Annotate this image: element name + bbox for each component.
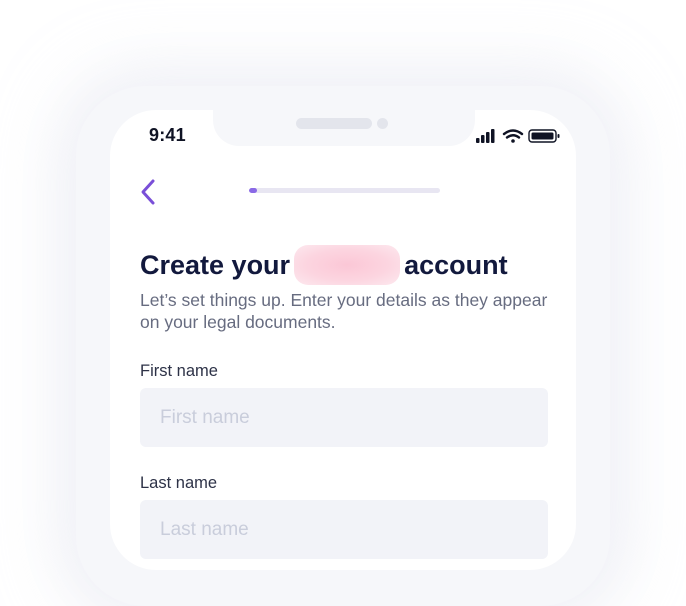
first-name-label: First name — [140, 362, 218, 380]
title-prefix: Create your — [140, 249, 291, 280]
title-suffix: account — [404, 249, 508, 280]
front-camera — [377, 118, 388, 129]
status-time: 9:41 — [149, 125, 186, 145]
wifi-icon — [502, 129, 524, 143]
last-name-label: Last name — [140, 474, 218, 492]
back-button[interactable] — [136, 176, 162, 208]
first-name-input[interactable] — [140, 388, 548, 447]
progress-fill — [249, 188, 257, 193]
last-name-input[interactable] — [140, 500, 548, 559]
page-subtitle: Let’s set things up. Enter your details … — [140, 290, 548, 332]
status-icons — [476, 128, 562, 144]
page-title: Create your account — [140, 245, 508, 285]
chevron-left-icon — [141, 179, 155, 205]
speaker-grille — [296, 118, 372, 129]
onboarding-progress — [249, 188, 440, 193]
redacted-brand-name — [294, 245, 401, 285]
signal-icon — [476, 129, 495, 143]
battery-icon — [528, 129, 560, 143]
